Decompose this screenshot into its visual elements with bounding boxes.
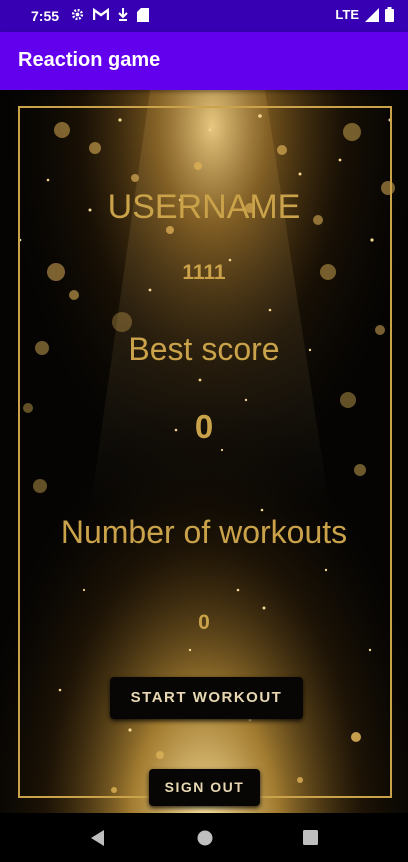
recents-icon[interactable]	[303, 830, 318, 845]
username-value: 1111	[182, 261, 226, 284]
start-workout-button[interactable]: START WORKOUT	[110, 677, 303, 719]
username-label: USERNAME	[107, 188, 301, 226]
network-type: LTE	[335, 7, 359, 22]
best-score-value: 0	[194, 408, 214, 445]
gmail-icon	[93, 8, 109, 20]
sign-out-button[interactable]: SIGN OUT	[149, 769, 260, 806]
status-system-icons: LTE	[335, 7, 394, 22]
sd-card-icon	[137, 7, 149, 22]
back-icon[interactable]	[91, 830, 105, 846]
status-notification-icons	[70, 7, 149, 22]
signal-icon	[365, 7, 379, 22]
workouts-value: 0	[198, 611, 210, 634]
best-score-label: Best score	[128, 331, 280, 367]
workouts-label: Number of workouts	[60, 514, 348, 550]
battery-icon	[385, 7, 394, 22]
app-title: Reaction game	[18, 49, 161, 71]
app-bar: Reaction game	[0, 32, 408, 90]
download-arrow-icon	[118, 8, 128, 21]
settings-icon	[71, 8, 84, 21]
status-bar: 7:55 LTE	[0, 0, 408, 32]
system-nav-bar	[0, 813, 408, 862]
home-icon[interactable]	[197, 830, 213, 846]
status-time: 7:55	[31, 8, 60, 24]
main-content: USERNAME 1111 Best score 0 Number of wor…	[0, 90, 408, 813]
